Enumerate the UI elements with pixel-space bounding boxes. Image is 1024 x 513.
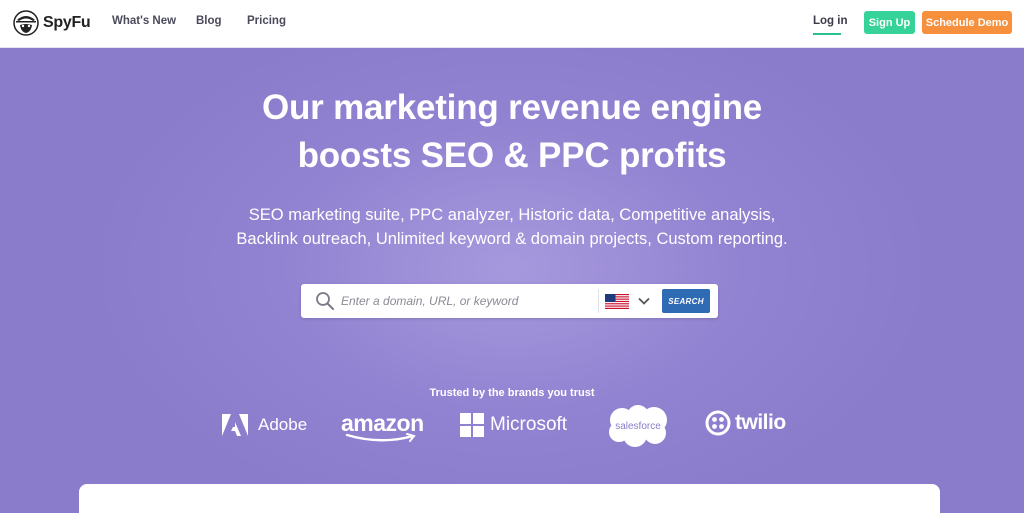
country-selector[interactable] [603, 289, 658, 313]
spy-logo-icon [13, 10, 39, 36]
salesforce-wordmark: salesforce [615, 421, 661, 432]
brand-logo-salesforce: salesforce [605, 404, 671, 448]
spyfu-logo[interactable]: SpyFu [13, 10, 91, 36]
login-link[interactable]: Log in [813, 15, 848, 27]
headline-line-2: boosts SEO & PPC profits [297, 136, 727, 175]
headline-line-1: Our marketing revenue engine [261, 88, 763, 127]
login-underline [813, 33, 841, 35]
twilio-icon [705, 410, 731, 436]
search-input[interactable] [341, 284, 596, 318]
salesforce-cloud-icon: salesforce [609, 405, 667, 447]
microsoft-wordmark: Microsoft [490, 414, 568, 435]
nav-link-whats-new[interactable]: What's New [112, 15, 176, 27]
search-icon [316, 292, 334, 310]
twilio-wordmark: twilio [735, 411, 786, 434]
signup-button[interactable]: Sign Up [864, 11, 915, 34]
schedule-demo-button[interactable]: Schedule Demo [922, 11, 1012, 34]
nav-link-pricing[interactable]: Pricing [247, 15, 286, 27]
brand-logo-amazon: amazon [341, 410, 424, 443]
hero-section: Our marketing revenue engine boosts SEO … [0, 48, 1024, 513]
content-card [79, 484, 940, 513]
chevron-down-icon [638, 297, 650, 305]
search-bar: SEARCH [301, 284, 718, 318]
search-button[interactable]: SEARCH [662, 289, 710, 313]
hero-subhead: SEO marketing suite, PPC analyzer, Histo… [0, 203, 1024, 251]
brand-logo-twilio: twilio [705, 410, 786, 436]
brand-logo-adobe: Adobe [222, 414, 307, 436]
microsoft-icon [460, 413, 484, 437]
brand-name: SpyFu [43, 14, 91, 31]
top-nav: SpyFu What's New Blog Pricing Log in Sig… [0, 0, 1024, 48]
nav-link-blog[interactable]: Blog [196, 15, 222, 27]
brand-logo-microsoft: Microsoft [460, 413, 567, 437]
us-flag-icon [605, 293, 629, 309]
amazon-smile-icon [345, 433, 416, 442]
search-divider [598, 289, 599, 313]
adobe-wordmark: Adobe [258, 415, 308, 434]
subhead-line-2: Backlink outreach, Unlimited keyword & d… [236, 230, 788, 248]
adobe-icon [222, 414, 248, 436]
trusted-label: Trusted by the brands you trust [429, 387, 595, 399]
subhead-line-1: SEO marketing suite, PPC analyzer, Histo… [248, 206, 776, 224]
hero-headline: Our marketing revenue engine boosts SEO … [0, 84, 1024, 180]
